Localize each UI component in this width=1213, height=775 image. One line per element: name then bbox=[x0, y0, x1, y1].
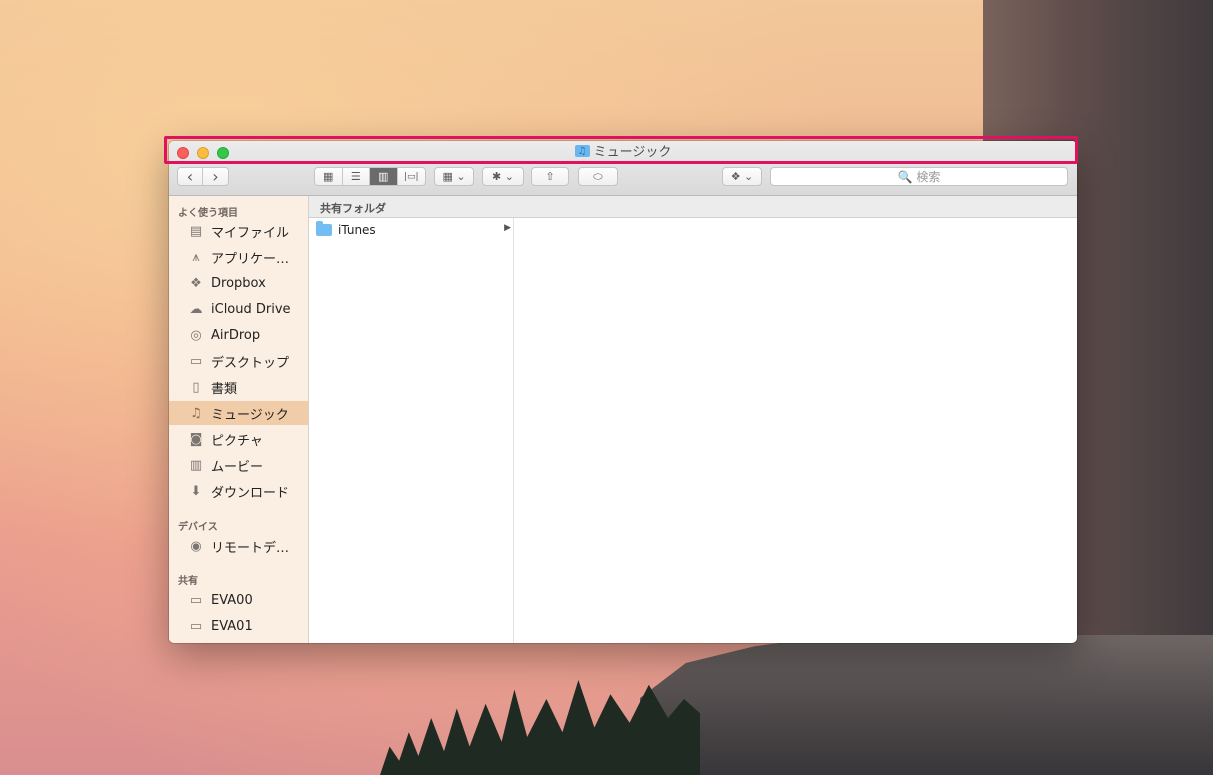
documents-icon: ▯ bbox=[192, 379, 200, 395]
wallpaper-rock bbox=[640, 635, 1213, 775]
film-icon: ▥ bbox=[189, 457, 203, 473]
browser-column: iTunes ▶ bbox=[309, 218, 514, 643]
action-gear-button[interactable]: ✱ ⌄ bbox=[482, 167, 524, 186]
tag-button[interactable]: ⬭ bbox=[578, 167, 618, 186]
column-item-itunes[interactable]: iTunes ▶ bbox=[309, 221, 513, 239]
icon-view-button[interactable]: ▦ bbox=[315, 168, 343, 185]
sidebar-item[interactable]: ⩚ アプリケー… bbox=[169, 245, 308, 269]
sidebar-item[interactable]: ⬇ ダウンロード bbox=[169, 479, 308, 503]
sidebar-item-label: マイファイル bbox=[211, 225, 290, 241]
sidebar-item-label: iCloud Drive bbox=[211, 301, 291, 317]
download-icon: ⬇ bbox=[190, 483, 202, 499]
column-item-label: iTunes bbox=[338, 223, 376, 237]
window-title: ミュージック bbox=[169, 143, 1077, 161]
sidebar-item-label: リモートデ… bbox=[211, 540, 290, 556]
sidebar-item[interactable]: ▭ EVA01 bbox=[169, 614, 308, 638]
disclosure-arrow-icon: ▶ bbox=[504, 223, 511, 233]
sidebar-item[interactable]: ▭ デスクトップ bbox=[169, 349, 308, 373]
column-view-button[interactable]: ▥ bbox=[370, 168, 398, 185]
sidebar-item-label: ムービー bbox=[211, 459, 264, 475]
path-bar-label: 共有フォルダ bbox=[320, 202, 386, 215]
dropbox-icon: ❖ bbox=[190, 275, 202, 291]
sidebar-item-label: EVA00 bbox=[211, 592, 253, 608]
sidebar-header-shared: 共有 bbox=[178, 576, 198, 587]
sidebar-item-label: ミュージック bbox=[211, 407, 289, 423]
window-title-text: ミュージック bbox=[593, 145, 672, 160]
forward-button[interactable]: › bbox=[203, 168, 228, 185]
sidebar-item[interactable]: ☁ iCloud Drive bbox=[169, 297, 308, 321]
sidebar-item[interactable]: ▭ EVA00 bbox=[169, 588, 308, 612]
dropbox-toolbar-button[interactable]: ❖ ⌄ bbox=[722, 167, 762, 186]
sidebar-header-favorites: よく使う項目 bbox=[178, 208, 238, 219]
sidebar-item[interactable]: ◎ AirDrop bbox=[169, 323, 308, 347]
back-button[interactable]: ‹ bbox=[178, 168, 204, 185]
remote-disc-icon: ◉ bbox=[190, 538, 202, 554]
sidebar-item[interactable]: ♫ ミュージック bbox=[169, 401, 308, 425]
sidebar-item[interactable]: ❖ Dropbox bbox=[169, 271, 308, 295]
all-files-icon: ▤ bbox=[189, 223, 203, 239]
camera-icon: ◙ bbox=[189, 431, 203, 447]
finder-window: ミュージック ‹ › ▦ ☰ ▥ |▭| ▦ ⌄ ✱ ⌄ ⇧ ⬭ ❖ ⌄ 🔍 検… bbox=[169, 141, 1077, 643]
coverflow-view-button[interactable]: |▭| bbox=[397, 168, 425, 185]
sidebar-item[interactable]: ▯ 書類 bbox=[169, 375, 308, 399]
nav-buttons: ‹ › bbox=[177, 167, 229, 186]
music-folder-icon bbox=[574, 143, 590, 160]
sidebar-item[interactable]: ▤ マイファイル bbox=[169, 219, 308, 243]
cloud-icon: ☁ bbox=[189, 301, 203, 317]
sidebar-item-label: ダウンロード bbox=[211, 485, 290, 501]
applications-icon: ⩚ bbox=[192, 249, 200, 265]
sidebar-item-label: デスクトップ bbox=[211, 355, 290, 371]
list-view-button[interactable]: ☰ bbox=[342, 168, 370, 185]
sidebar-item-label: AirDrop bbox=[211, 327, 261, 343]
sidebar-item[interactable]: ▥ ムービー bbox=[169, 453, 308, 477]
sidebar-item-label: アプリケー… bbox=[211, 251, 290, 267]
path-bar: 共有フォルダ bbox=[309, 196, 1077, 218]
sidebar-item[interactable]: ◉ リモートデ… bbox=[169, 534, 308, 558]
sidebar-item-label: Dropbox bbox=[211, 275, 266, 291]
computer-icon: ▭ bbox=[189, 592, 203, 608]
airdrop-icon: ◎ bbox=[190, 327, 202, 343]
sidebar-item-label: EVA01 bbox=[211, 618, 253, 634]
view-mode-control: ▦ ☰ ▥ |▭| bbox=[314, 167, 426, 186]
titlebar[interactable]: ミュージック ‹ › ▦ ☰ ▥ |▭| ▦ ⌄ ✱ ⌄ ⇧ ⬭ ❖ ⌄ 🔍 検… bbox=[169, 141, 1077, 196]
sidebar-item[interactable]: ◙ ピクチャ bbox=[169, 427, 308, 451]
sidebar: よく使う項目 ▤ マイファイル ⩚ アプリケー… ❖ Dropbox ☁ iCloud Driv… bbox=[169, 196, 309, 643]
music-note-icon: ♫ bbox=[190, 405, 202, 421]
sidebar-item-label: ピクチャ bbox=[211, 433, 263, 449]
sidebar-header-devices: デバイス bbox=[178, 522, 218, 533]
folder-icon bbox=[316, 221, 332, 236]
arrange-button[interactable]: ▦ ⌄ bbox=[434, 167, 474, 186]
sidebar-item-label: 書類 bbox=[211, 381, 238, 397]
computer-icon: ▭ bbox=[189, 618, 203, 634]
search-field[interactable]: 🔍 検索 bbox=[770, 167, 1068, 186]
desktop-icon: ▭ bbox=[189, 353, 203, 369]
wallpaper-trees bbox=[380, 680, 700, 775]
share-button[interactable]: ⇧ bbox=[531, 167, 569, 186]
